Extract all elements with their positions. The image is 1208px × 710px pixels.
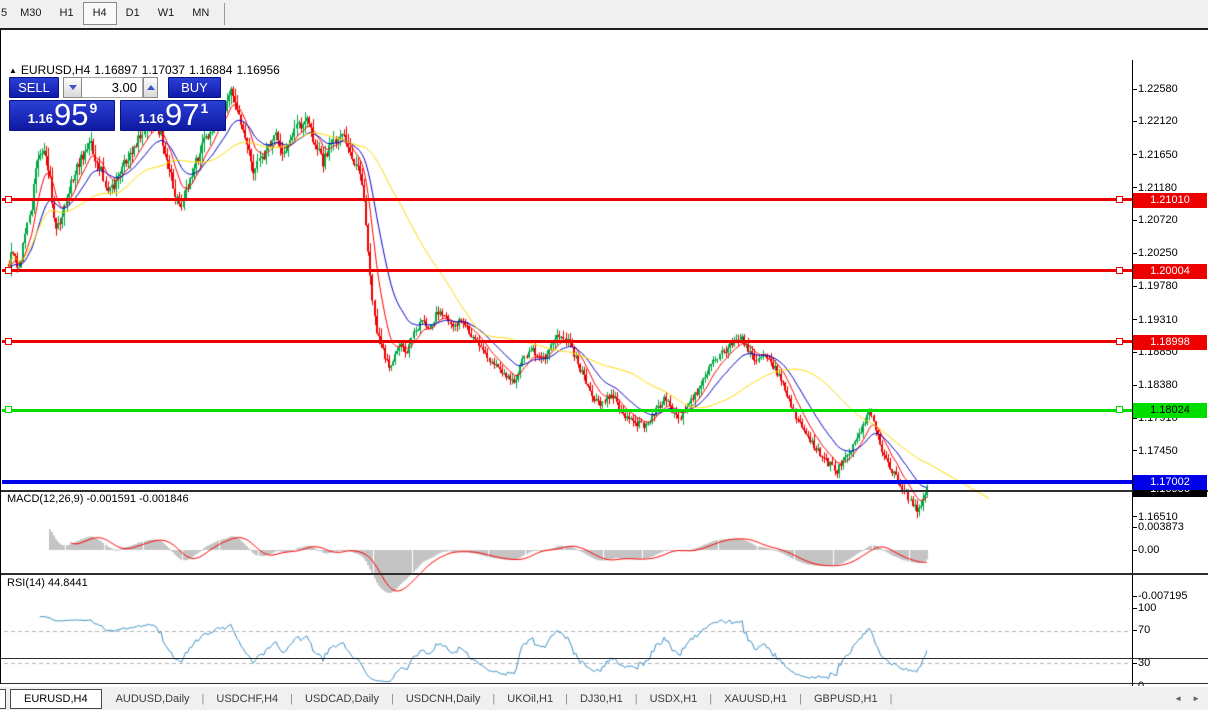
volume-increase-button[interactable] bbox=[143, 77, 158, 98]
level-price-badge: 1.18998 bbox=[1133, 334, 1207, 350]
hline-drag-handle[interactable] bbox=[5, 266, 12, 274]
toolbar-separator bbox=[224, 3, 226, 25]
price-tick-label: 1.22120 bbox=[1138, 115, 1178, 128]
chevron-up-icon bbox=[146, 81, 155, 90]
price-tick-label: 1.22580 bbox=[1138, 83, 1178, 95]
level-price-badge: 1.21010 bbox=[1133, 192, 1207, 208]
level-price-badge: 1.18024 bbox=[1133, 403, 1207, 419]
tab-usdx-h1[interactable]: USDX,H1 bbox=[638, 688, 710, 710]
tab-xauusd-h1[interactable]: XAUUSD,H1 bbox=[712, 688, 799, 710]
pane-separator[interactable] bbox=[1, 490, 1208, 492]
tabs-holder: EURUSD,H4 AUDUSD,Daily | USDCHF,H4 | USDCAD,D… bbox=[0, 689, 893, 709]
macd-indicator-label: MACD(12,26,9) -0.001591 -0.001846 bbox=[7, 493, 189, 505]
timeframe-button-h1[interactable]: H1 bbox=[51, 2, 83, 25]
application-window: 5 M30 H1 H4 D1 W1 MN ▲ EURUSD,H4 1.16897 1.17037 1… bbox=[0, 0, 1208, 710]
chart-symbol-label: EURUSD,H4 bbox=[20, 63, 91, 77]
sell-price-display[interactable]: 1.16 95 9 bbox=[9, 97, 115, 132]
timeframe-button-h4[interactable]: H4 bbox=[82, 2, 117, 25]
price-tick-label: 1.20250 bbox=[1138, 247, 1178, 260]
hline-drag-handle[interactable] bbox=[1116, 195, 1123, 203]
volume-input[interactable] bbox=[82, 77, 143, 98]
one-click-trade-panel: SELL BUY 1.16 95 9 bbox=[9, 77, 226, 131]
hline-drag-handle[interactable] bbox=[5, 337, 12, 345]
timeframe-button-d1[interactable]: D1 bbox=[117, 2, 149, 25]
hline-1-18024[interactable] bbox=[2, 408, 1132, 412]
rsi-tick-label: 100 bbox=[1138, 602, 1157, 614]
hline-1-21010[interactable] bbox=[2, 198, 1132, 202]
tab-eurusd-h4[interactable]: EURUSD,H4 bbox=[10, 689, 102, 709]
chart-window: ▲ EURUSD,H4 1.16897 1.17037 1.16884 1.16956 S… bbox=[0, 30, 1208, 710]
chart-title: ▲ EURUSD,H4 1.16897 1.17037 1.16884 1.16956 bbox=[9, 63, 284, 77]
buy-button[interactable]: BUY bbox=[168, 77, 221, 98]
sell-button[interactable]: SELL bbox=[9, 77, 59, 98]
price-tick-label: 1.21650 bbox=[1138, 148, 1178, 161]
sell-price-big: 95 bbox=[54, 97, 89, 132]
tab-ukoil-h1[interactable]: UKOil,H1 bbox=[495, 688, 565, 710]
hline-drag-handle[interactable] bbox=[1116, 406, 1123, 414]
price-tick-label: 1.17450 bbox=[1138, 444, 1178, 457]
tab-usdchf-h4[interactable]: USDCHF,H4 bbox=[204, 688, 290, 710]
collapse-arrow-icon[interactable]: ▲ bbox=[9, 66, 17, 75]
hline-drag-handle[interactable] bbox=[5, 406, 12, 414]
pane-separator[interactable] bbox=[1, 573, 1208, 575]
chevron-down-icon bbox=[68, 85, 77, 94]
tab-gbpusd-h1[interactable]: GBPUSD,H1 bbox=[802, 688, 890, 710]
ohlc-high: 1.17037 bbox=[141, 63, 186, 77]
hline-1-17002[interactable] bbox=[2, 480, 1132, 485]
hline-1-18998[interactable] bbox=[2, 340, 1132, 344]
sell-price-prefix: 1.16 bbox=[27, 111, 54, 126]
macd-tick-label: 0.00 bbox=[1138, 544, 1160, 556]
tab-usdcnh-daily[interactable]: USDCNH,Daily bbox=[394, 688, 493, 710]
timeframe-button-w1[interactable]: W1 bbox=[149, 2, 184, 25]
rsi-tick-label: 70 bbox=[1138, 624, 1151, 636]
chart-tab-bar: EURUSD,H4 AUDUSD,Daily | USDCHF,H4 | USDCAD,D… bbox=[0, 686, 1208, 710]
timeframe-button-5[interactable]: 5 bbox=[0, 2, 11, 25]
level-price-badge: 1.17002 bbox=[1133, 475, 1207, 491]
ohlc-low: 1.16884 bbox=[189, 63, 233, 77]
window-bottom-border bbox=[1, 683, 1208, 684]
price-tick-label: 1.19780 bbox=[1138, 280, 1178, 293]
macd-tick-label: 0.003873 bbox=[1138, 521, 1184, 533]
price-tick-label: 1.20720 bbox=[1138, 214, 1178, 227]
ohlc-close: 1.16956 bbox=[236, 63, 280, 77]
timeframe-button-m30[interactable]: M30 bbox=[11, 2, 50, 25]
tabs-scroll-right-button[interactable]: ► bbox=[1192, 694, 1200, 703]
ohlc-open: 1.16897 bbox=[94, 63, 138, 77]
chart-plot-area[interactable] bbox=[1, 60, 1132, 710]
tabs-scroll-left-button[interactable]: ◄ bbox=[1174, 694, 1182, 703]
sell-price-sup: 9 bbox=[89, 100, 98, 116]
price-tick-label: 1.18380 bbox=[1138, 379, 1178, 392]
tab-audusd-daily[interactable]: AUDUSD,Daily bbox=[104, 688, 202, 710]
timeframe-button-mn[interactable]: MN bbox=[183, 2, 218, 25]
buy-price-big: 97 bbox=[165, 97, 200, 132]
axis-divider-line bbox=[1132, 60, 1133, 689]
price-tick-label: 1.19310 bbox=[1138, 313, 1178, 326]
tab-usdcad-daily[interactable]: USDCAD,Daily bbox=[293, 688, 391, 710]
hline-1-20004[interactable] bbox=[2, 269, 1132, 273]
buy-price-prefix: 1.16 bbox=[138, 111, 165, 126]
tab-stub bbox=[0, 689, 6, 709]
tab-dj30-h1[interactable]: DJ30,H1 bbox=[568, 688, 635, 710]
buy-price-sup: 1 bbox=[200, 100, 209, 116]
level-price-badge: 1.20004 bbox=[1133, 263, 1207, 279]
timeframe-toolbar: 5 M30 H1 H4 D1 W1 MN bbox=[0, 0, 1208, 30]
volume-group bbox=[63, 77, 158, 98]
volume-decrease-button[interactable] bbox=[63, 77, 82, 98]
hline-drag-handle[interactable] bbox=[5, 195, 12, 203]
buy-price-display[interactable]: 1.16 97 1 bbox=[120, 97, 226, 132]
pane-separator bbox=[1, 658, 1208, 659]
macd-tick-label: -0.007195 bbox=[1138, 590, 1188, 602]
rsi-indicator-label: RSI(14) 44.8441 bbox=[7, 577, 88, 589]
hline-drag-handle[interactable] bbox=[1116, 266, 1123, 274]
hline-drag-handle[interactable] bbox=[1116, 337, 1123, 345]
tab-divider: | bbox=[889, 693, 893, 705]
